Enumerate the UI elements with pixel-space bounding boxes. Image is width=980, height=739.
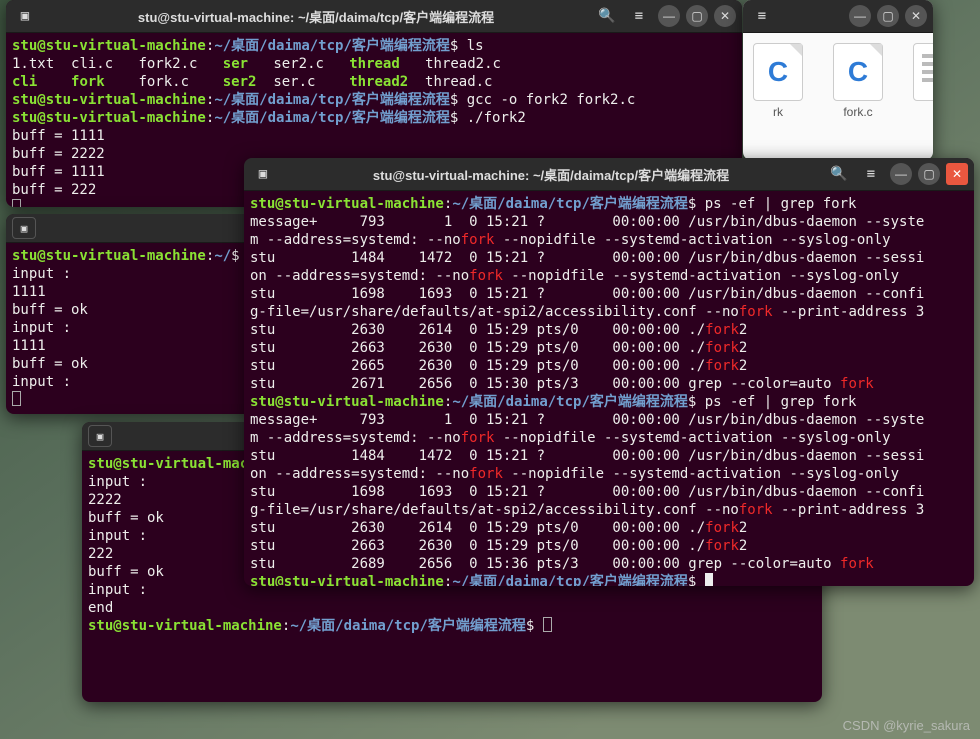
- minimize-button[interactable]: —: [890, 163, 912, 185]
- text-file-icon: [913, 43, 933, 101]
- c-file-icon: C: [833, 43, 883, 101]
- terminal-titlebar: ▣ stu@stu-virtual-machine: ~/桌面/daima/tc…: [6, 0, 742, 33]
- terminal-window-4[interactable]: ▣ stu@stu-virtual-machine: ~/桌面/daima/tc…: [244, 158, 974, 586]
- fm-titlebar: ≡ — ▢ ✕: [743, 0, 933, 33]
- hamburger-icon[interactable]: ≡: [626, 3, 652, 29]
- maximize-button[interactable]: ▢: [918, 163, 940, 185]
- window-title: stu@stu-virtual-machine: ~/桌面/daima/tcp/…: [44, 7, 588, 26]
- file-manager-window: ≡ — ▢ ✕ CrkCfork.c: [743, 0, 933, 160]
- new-tab-icon[interactable]: ▣: [250, 161, 276, 187]
- minimize-button[interactable]: —: [849, 5, 871, 27]
- minimize-button[interactable]: —: [658, 5, 680, 27]
- hamburger-icon[interactable]: ≡: [858, 161, 884, 187]
- file-label: rk: [773, 105, 783, 119]
- terminal-output[interactable]: stu@stu-virtual-machine:~/桌面/daima/tcp/客…: [244, 191, 974, 586]
- file-item[interactable]: [913, 43, 933, 119]
- file-rk[interactable]: Crk: [753, 43, 803, 119]
- search-icon[interactable]: 🔍: [594, 3, 620, 29]
- search-icon[interactable]: 🔍: [826, 161, 852, 187]
- file-fork.c[interactable]: Cfork.c: [833, 43, 883, 119]
- fm-file-grid[interactable]: CrkCfork.c: [743, 33, 933, 129]
- file-label: fork.c: [843, 105, 872, 119]
- window-title: stu@stu-virtual-machine: ~/桌面/daima/tcp/…: [282, 165, 820, 184]
- fm-hamburger-icon[interactable]: ≡: [749, 3, 775, 29]
- new-tab-icon[interactable]: ▣: [12, 3, 38, 29]
- new-tab-icon[interactable]: ▣: [12, 217, 36, 239]
- maximize-button[interactable]: ▢: [877, 5, 899, 27]
- close-button[interactable]: ✕: [905, 5, 927, 27]
- maximize-button[interactable]: ▢: [686, 5, 708, 27]
- new-tab-icon[interactable]: ▣: [88, 425, 112, 447]
- close-button[interactable]: ✕: [946, 163, 968, 185]
- watermark: CSDN @kyrie_sakura: [843, 718, 970, 733]
- terminal-titlebar: ▣ stu@stu-virtual-machine: ~/桌面/daima/tc…: [244, 158, 974, 191]
- c-file-icon: C: [753, 43, 803, 101]
- close-button[interactable]: ✕: [714, 5, 736, 27]
